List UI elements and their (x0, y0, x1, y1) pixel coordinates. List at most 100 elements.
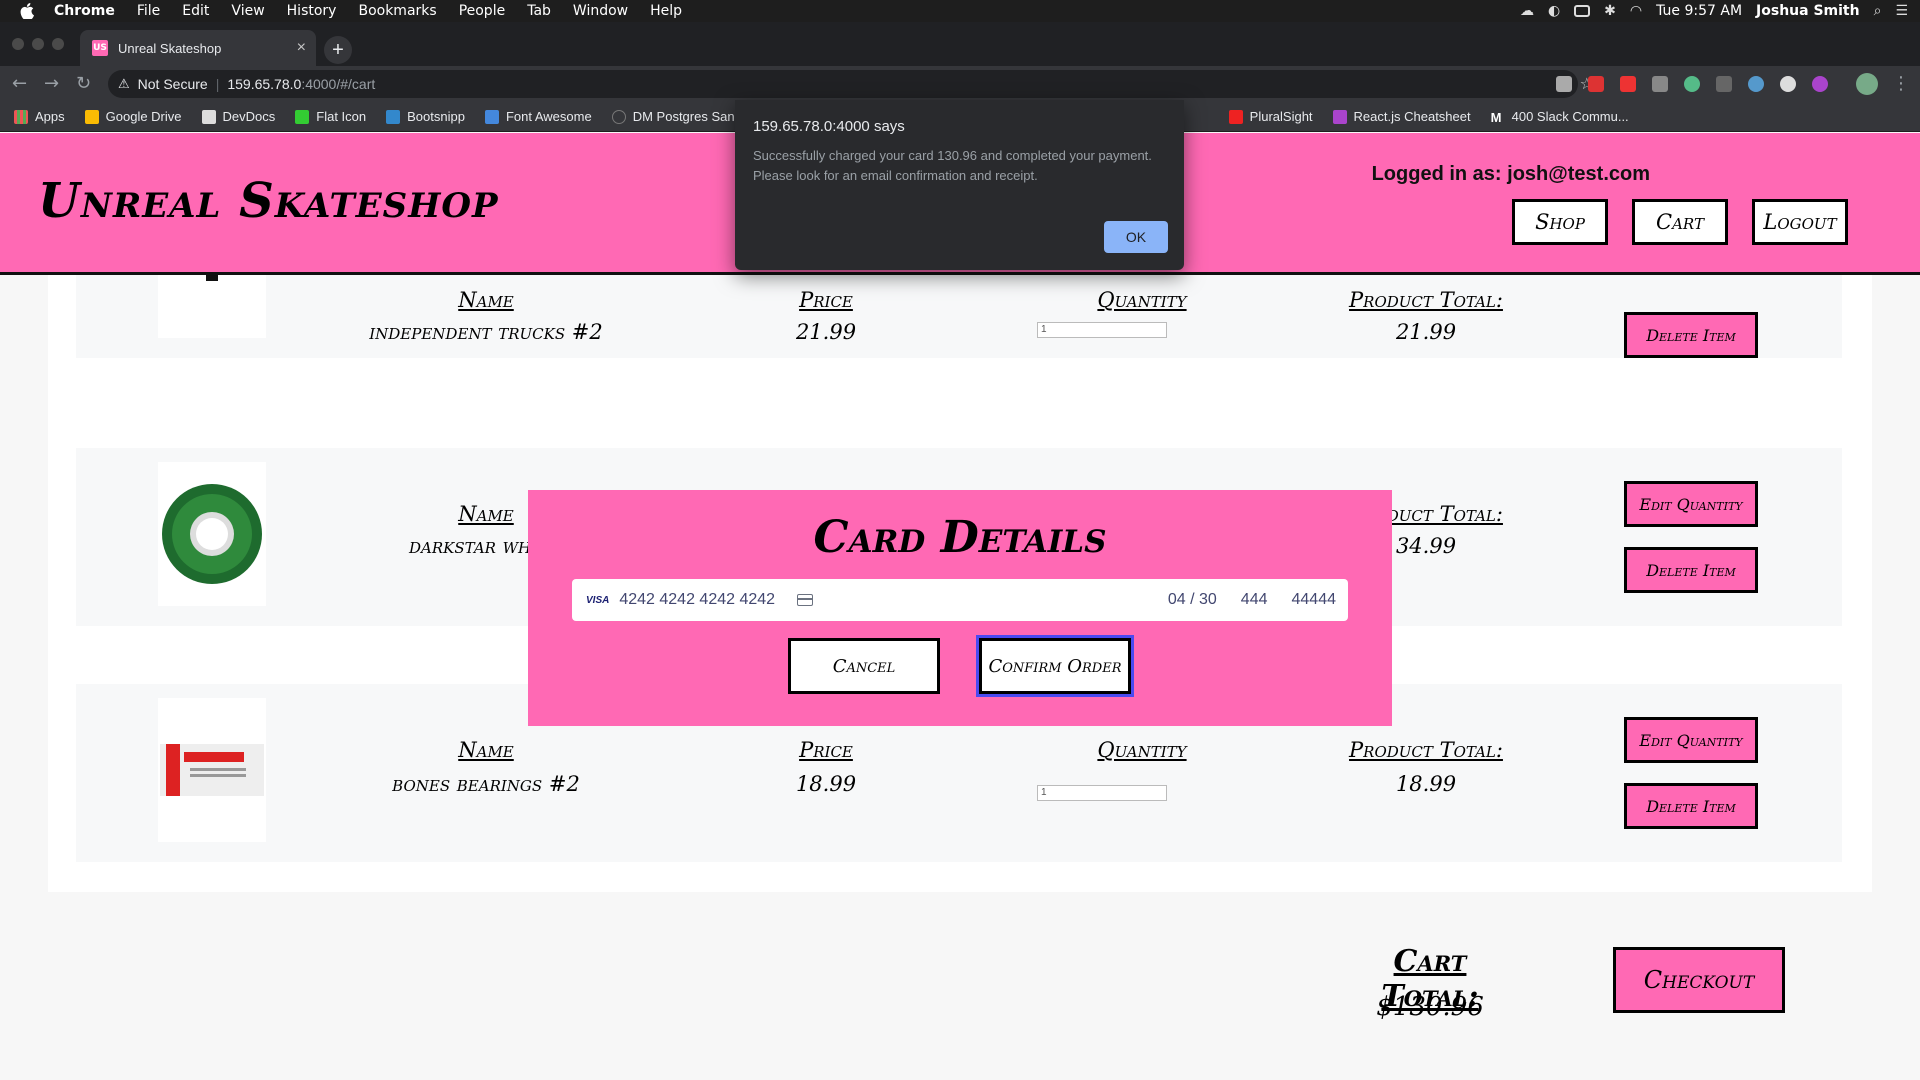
menu-people[interactable]: People (459, 3, 506, 19)
bookmark-label: DevDocs (222, 109, 276, 124)
bluetooth-icon[interactable]: ✱ (1604, 3, 1616, 19)
browser-tab-strip: US Unreal Skateshop × + (0, 22, 1920, 66)
profile-avatar[interactable] (1856, 73, 1878, 95)
bookmark-slack-commands[interactable]: M 400 Slack Commu... (1491, 109, 1629, 125)
bookmark-font-awesome[interactable]: Font Awesome (484, 109, 592, 124)
card-expiry-input[interactable]: 04 / 30 (1168, 591, 1217, 609)
wifi-icon[interactable]: ◠ (1630, 3, 1642, 19)
bookmark-label: Google Drive (105, 109, 182, 124)
extension-icon-3[interactable] (1620, 76, 1636, 92)
menu-window[interactable]: Window (573, 3, 628, 19)
quantity-column-label: Quantity (1097, 738, 1187, 762)
alert-ok-button[interactable]: OK (1104, 221, 1168, 253)
product-price: 21.99 (795, 320, 857, 344)
devdocs-icon (201, 109, 216, 124)
quantity-input[interactable]: 1 (1037, 322, 1167, 338)
extension-icon-4[interactable] (1652, 76, 1668, 92)
extension-icon-8[interactable] (1780, 76, 1796, 92)
bookmark-react-cheatsheet[interactable]: React.js Cheatsheet (1332, 109, 1471, 124)
bookmark-bootsnipp[interactable]: Bootsnipp (386, 109, 465, 124)
url-path[interactable]: :4000/#/cart (301, 76, 375, 92)
menu-app-name[interactable]: Chrome (54, 3, 115, 19)
extension-icon-2[interactable] (1588, 76, 1604, 92)
name-column-label: Name (458, 288, 514, 312)
visa-card-icon: VISA (586, 594, 610, 606)
bookmark-pluralsight[interactable]: PluralSight (1228, 109, 1313, 124)
menu-help[interactable]: Help (650, 3, 682, 19)
window-close-button[interactable] (12, 38, 24, 50)
menu-view[interactable]: View (231, 3, 264, 19)
extension-icon-5[interactable] (1684, 76, 1700, 92)
bookmark-dm-postgres[interactable]: DM Postgres Sand... (611, 109, 753, 124)
back-arrow-icon[interactable]: ← (12, 73, 27, 94)
extension-icon-6[interactable] (1716, 76, 1732, 92)
confirm-order-button[interactable]: Confirm Order (976, 635, 1134, 697)
cancel-button[interactable]: Cancel (788, 638, 940, 694)
bookmark-google-drive[interactable]: Google Drive (84, 109, 182, 124)
menu-tab[interactable]: Tab (527, 3, 551, 19)
menu-history[interactable]: History (287, 3, 337, 19)
reload-icon[interactable]: ↻ (76, 73, 91, 94)
bookmark-devdocs[interactable]: DevDocs (201, 109, 276, 124)
pluralsight-icon (1228, 109, 1243, 124)
card-zip-input[interactable]: 44444 (1292, 591, 1337, 609)
spotlight-search-icon[interactable]: ⌕ (1874, 3, 1882, 19)
sync-icon[interactable]: ◐ (1548, 3, 1560, 19)
menu-edit[interactable]: Edit (182, 3, 209, 19)
skate-wheel-icon (162, 484, 262, 584)
edit-quantity-button[interactable]: Edit Quantity (1624, 481, 1758, 527)
name-column-label: Name (458, 738, 514, 762)
card-cvc-input[interactable]: 444 (1241, 591, 1268, 609)
quantity-input[interactable]: 1 (1037, 785, 1167, 801)
bookmark-label: 400 Slack Commu... (1511, 109, 1629, 124)
react-cheatsheet-icon (1332, 109, 1347, 124)
react-devtools-icon[interactable] (1748, 76, 1764, 92)
product-total-label: Product Total: (1349, 288, 1503, 312)
warning-triangle-icon[interactable]: ⚠ (118, 77, 130, 92)
card-details-title: Card Details (813, 512, 1107, 563)
tab-close-icon[interactable]: × (297, 39, 306, 57)
airplay-icon[interactable] (1574, 5, 1591, 17)
browser-toolbar: ← → ↻ ⚠ Not Secure | 159.65.78.0:4000/#/… (0, 66, 1920, 102)
card-input-field[interactable]: VISA 4242 4242 4242 4242 04 / 30 444 444… (572, 579, 1348, 621)
site-logo[interactable]: Unreal Skateshop (38, 173, 499, 229)
digitalocean-icon (611, 109, 626, 124)
card-autofill-icon[interactable] (797, 594, 814, 606)
edit-quantity-button[interactable]: Edit Quantity (1624, 717, 1758, 763)
bookmark-apps[interactable]: Apps (14, 109, 65, 124)
price-column-label: Price (799, 288, 853, 312)
new-tab-button[interactable]: + (324, 36, 352, 64)
extension-icon-1[interactable] (1556, 76, 1572, 92)
notification-center-icon[interactable]: ☰ (1895, 3, 1908, 19)
product-name: bones bearings #2 (392, 772, 580, 796)
apple-icon[interactable] (18, 2, 36, 20)
forward-arrow-icon[interactable]: → (44, 73, 59, 94)
delete-item-button[interactable]: Delete Item (1624, 312, 1758, 358)
menubar-user[interactable]: Joshua Smith (1756, 3, 1860, 19)
extension-icon-9[interactable] (1812, 76, 1828, 92)
url-host[interactable]: 159.65.78.0 (227, 76, 301, 92)
cart-total-value: $130.96 (1376, 992, 1484, 1022)
creative-cloud-icon[interactable]: ☁ (1520, 3, 1534, 19)
menu-file[interactable]: File (137, 3, 160, 19)
window-zoom-button[interactable] (52, 38, 64, 50)
delete-item-button[interactable]: Delete Item (1624, 783, 1758, 829)
delete-item-button[interactable]: Delete Item (1624, 547, 1758, 593)
bookmark-label: Bootsnipp (407, 109, 465, 124)
bookmark-flat-icon[interactable]: Flat Icon (295, 109, 366, 124)
product-image (158, 698, 266, 842)
security-label[interactable]: Not Secure (138, 76, 208, 92)
menu-bookmarks[interactable]: Bookmarks (358, 3, 436, 19)
chrome-menu-icon[interactable]: ⋮ (1892, 73, 1910, 94)
card-number-input[interactable]: 4242 4242 4242 4242 (619, 591, 775, 609)
shop-nav-button[interactable]: Shop (1512, 199, 1608, 245)
window-minimize-button[interactable] (32, 38, 44, 50)
product-name: independent trucks #2 (369, 320, 603, 344)
browser-tab[interactable]: US Unreal Skateshop × (80, 30, 316, 66)
cart-nav-button[interactable]: Cart (1632, 199, 1728, 245)
checkout-button[interactable]: Checkout (1613, 947, 1785, 1013)
tab-favicon-icon: US (92, 40, 108, 56)
address-bar[interactable]: ⚠ Not Secure | 159.65.78.0:4000/#/cart (108, 70, 1578, 98)
logout-nav-button[interactable]: Logout (1752, 199, 1848, 245)
menubar-clock[interactable]: Tue 9:57 AM (1656, 3, 1742, 19)
